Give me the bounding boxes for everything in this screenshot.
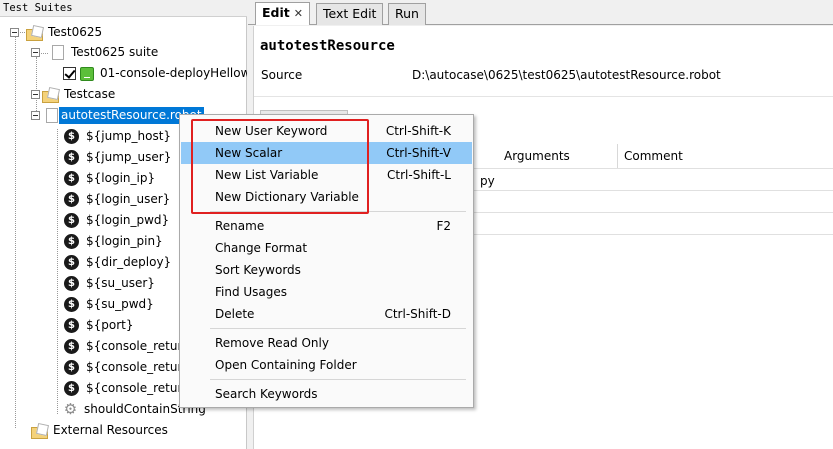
divider [254,96,833,97]
collapse-icon[interactable] [10,28,19,37]
file-icon [52,45,64,60]
tab-run[interactable]: Run [388,3,426,25]
menu-item-remove-read-only[interactable]: Remove Read Only [181,332,472,354]
collapse-icon[interactable] [31,90,40,99]
menu-separator [210,211,466,212]
tree-item-variable[interactable]: $ ${port} [64,315,136,336]
column-header-arguments[interactable]: Arguments [498,144,618,168]
dollar-icon: $ [64,129,79,144]
dollar-icon: $ [64,360,79,375]
menu-item-search-keywords[interactable]: Search Keywords [181,383,472,405]
tree-item-variable[interactable]: $ ${login_ip} [64,168,157,189]
menu-separator [210,328,466,329]
folder-icon [26,26,43,41]
close-icon[interactable]: ✕ [294,7,303,20]
tree-item-testcase[interactable]: 01-console-deployHellow [63,63,247,84]
tree-item-external[interactable]: External Resources [31,420,170,441]
dollar-icon: $ [64,234,79,249]
collapse-icon[interactable] [31,48,40,57]
menu-item-new-scalar[interactable]: New Scalar Ctrl-Shift-V [181,142,472,164]
dollar-icon: $ [64,381,79,396]
tree-item-test0625[interactable]: Test0625 [10,22,104,43]
folder-icon [42,88,59,103]
dollar-icon: $ [64,171,79,186]
tree-item-testcase-folder[interactable]: Testcase [31,84,117,105]
tree-item-variable[interactable]: $ ${console_return [64,336,192,357]
dollar-icon: $ [64,150,79,165]
tree-item-suite[interactable]: Test0625 suite [31,42,160,63]
tree-item-variable[interactable]: $ ${su_user} [64,273,157,294]
tab-bar: Edit ✕ Text Edit Run [248,0,833,25]
tree-item-variable[interactable]: $ ${jump_user} [64,147,173,168]
tree-item-variable[interactable]: $ ${login_pin} [64,231,165,252]
tree-line [15,36,16,428]
gear-icon: ⚙ [63,400,78,418]
file-icon [46,108,58,123]
grid-cell[interactable]: py [480,174,495,188]
source-path: D:\autocase\0625\test0625\autotestResour… [412,68,721,82]
tree-item-variable[interactable]: $ ${login_pwd} [64,210,171,231]
dollar-icon: $ [64,318,79,333]
dollar-icon: $ [64,192,79,207]
menu-item-sort-keywords[interactable]: Sort Keywords [181,259,472,281]
column-header-comment[interactable]: Comment [618,144,818,168]
tree-item-resource[interactable]: autotestResource.robot [31,105,204,126]
panel-header: Test Suites [0,0,247,17]
context-menu: New User Keyword Ctrl-Shift-K New Scalar C… [179,114,474,408]
resource-title: autotestResource [260,38,395,54]
menu-item-new-user-keyword[interactable]: New User Keyword Ctrl-Shift-K [181,120,472,142]
tree-item-variable[interactable]: $ ${console_return [64,378,192,399]
folder-icon [31,424,48,439]
checkbox[interactable] [63,67,76,80]
tree-item-variable[interactable]: $ ${console_return [64,357,192,378]
menu-item-delete[interactable]: Delete Ctrl-Shift-D [181,303,472,325]
tab-edit[interactable]: Edit ✕ [255,2,310,25]
dollar-icon: $ [64,297,79,312]
menu-item-new-list-variable[interactable]: New List Variable Ctrl-Shift-L [181,164,472,186]
tab-text-edit[interactable]: Text Edit [316,3,384,25]
collapse-icon[interactable] [31,111,40,120]
menu-item-change-format[interactable]: Change Format [181,237,472,259]
source-label: Source [261,68,303,82]
tree-item-variable[interactable]: $ ${dir_deploy} [64,252,173,273]
dollar-icon: $ [64,339,79,354]
menu-item-find-usages[interactable]: Find Usages [181,281,472,303]
menu-item-rename[interactable]: Rename F2 [181,215,472,237]
menu-separator [210,379,466,380]
test-icon [80,66,94,81]
tree-item-variable[interactable]: $ ${login_user} [64,189,172,210]
tree-item-variable[interactable]: $ ${su_pwd} [64,294,156,315]
tree-item-variable[interactable]: $ ${jump_host} [64,126,173,147]
menu-item-new-dictionary-variable[interactable]: New Dictionary Variable [181,186,472,208]
dollar-icon: $ [64,213,79,228]
tree-line [57,129,58,414]
dollar-icon: $ [64,255,79,270]
menu-item-open-containing-folder[interactable]: Open Containing Folder [181,354,472,376]
dollar-icon: $ [64,276,79,291]
